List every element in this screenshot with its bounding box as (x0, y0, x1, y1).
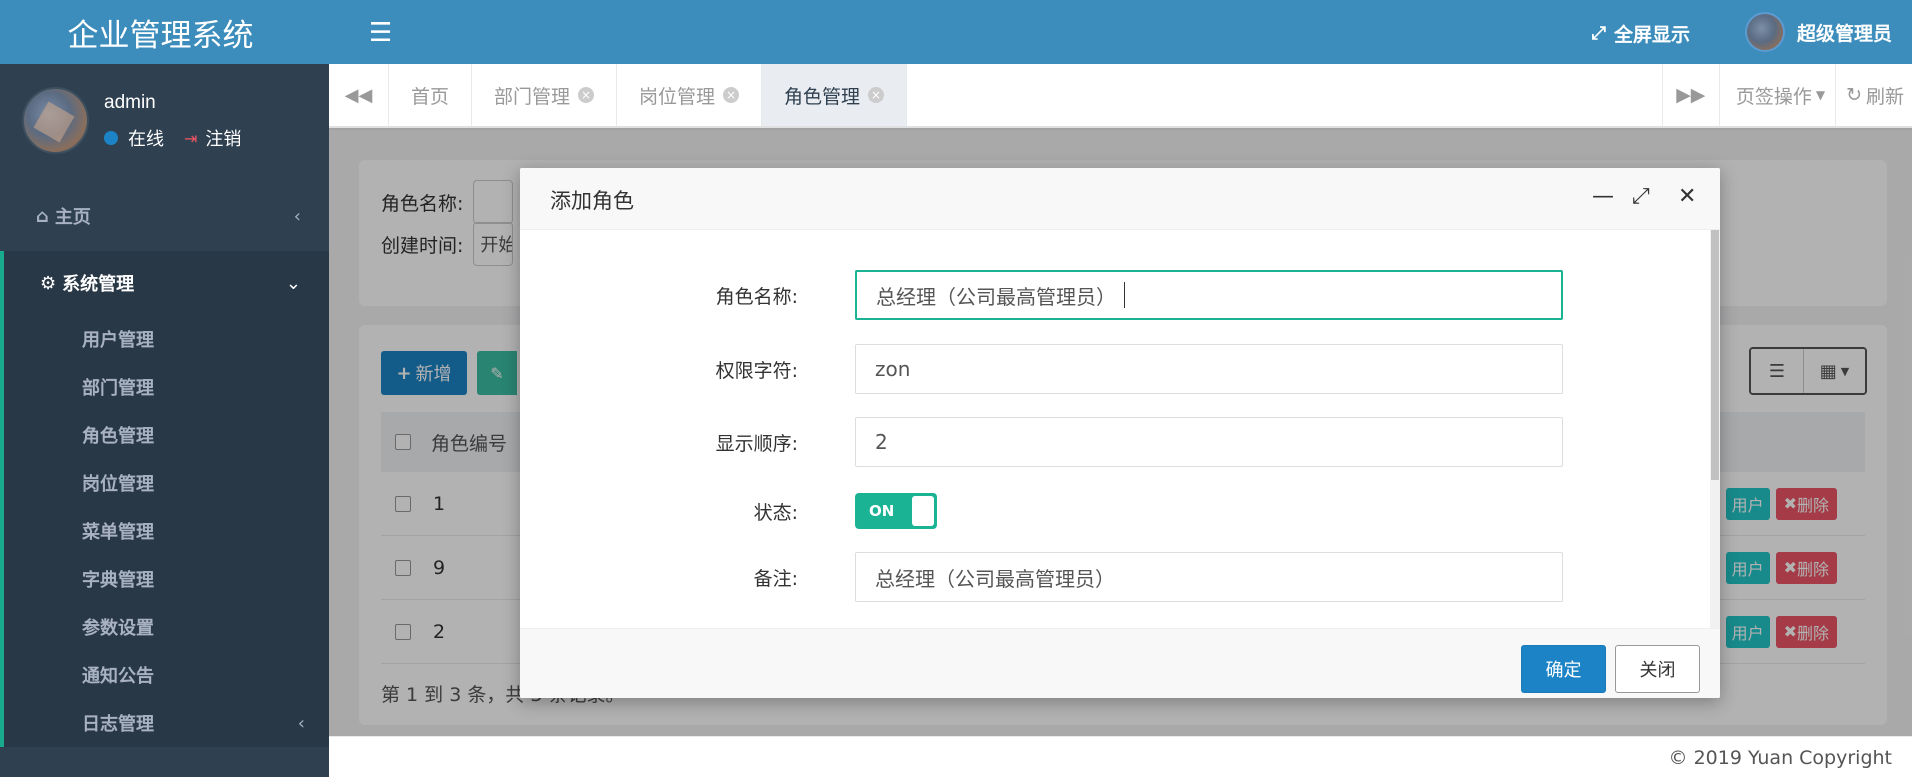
chevron-down-icon: ⌄ (285, 272, 301, 294)
double-chevron-left-icon: ◀◀ (344, 84, 373, 106)
tab-label: 部门管理 (494, 85, 571, 108)
refresh-button[interactable]: ↻ 刷新 (1836, 64, 1912, 126)
scrollbar-thumb[interactable] (1711, 230, 1719, 480)
sidebar-item-label: 系统管理 (62, 274, 135, 295)
chevron-left-icon: ‹ (293, 205, 301, 227)
field-label: 角色名称: (715, 285, 798, 308)
caret-down-icon: ▼ (1815, 88, 1826, 102)
field-label: 备注: (753, 567, 798, 590)
copyright: © 2019 Yuan Copyright (1668, 747, 1892, 769)
field-label: 权限字符: (715, 359, 798, 382)
user-name: admin (104, 92, 156, 113)
sidebar-item-params[interactable]: 参数设置 (4, 603, 329, 651)
tab-operations-dropdown[interactable]: 页签操作 ▼ (1720, 64, 1837, 126)
user-status: 在线 ⇥ 注销 (104, 125, 241, 151)
sidebar-menu: ⌂ 主页 ‹ ⚙ 系统管理 ⌄ 用户管理 部门管理 角色管理 岗位管理 菜单管理… (0, 190, 329, 747)
close-tab-icon[interactable]: × (868, 87, 885, 103)
maximize-icon[interactable]: ⤢ (1632, 184, 1650, 209)
close-button[interactable]: 关闭 (1615, 645, 1700, 693)
display-order-input[interactable]: 2 (855, 417, 1563, 467)
toggle-knob (912, 496, 934, 526)
online-status-icon (104, 131, 118, 145)
tab-posts[interactable]: 岗位管理 × (617, 64, 763, 126)
user-menu[interactable]: 超级管理员 (1744, 12, 1892, 52)
sidebar-item-menus[interactable]: 菜单管理 (4, 507, 329, 555)
tab-label: 岗位管理 (639, 85, 716, 108)
dialog-scrollbar[interactable] (1710, 230, 1720, 628)
tab-bar: ◀◀ 首页 部门管理 × 岗位管理 × 角色管理 × ▶▶ 页签操作 ▼ ↻ 刷… (329, 64, 1912, 128)
sidebar-item-logs[interactable]: 日志管理 ‹ (4, 699, 329, 747)
gear-icon: ⚙ (40, 272, 57, 294)
close-tab-icon[interactable]: × (578, 87, 595, 103)
tab-roles[interactable]: 角色管理 × (762, 64, 908, 126)
permission-key-input[interactable]: zon (855, 344, 1563, 394)
close-tab-icon[interactable]: × (723, 87, 740, 103)
logout-link[interactable]: 注销 (205, 125, 241, 151)
avatar (22, 87, 89, 154)
tab-list: 首页 部门管理 × 岗位管理 × 角色管理 × (389, 64, 1662, 126)
tab-home[interactable]: 首页 (389, 64, 473, 126)
expand-icon: ⤢ (1591, 23, 1606, 44)
sidebar: 企业管理系统 admin 在线 ⇥ 注销 ⌂ 主页 ‹ ⚙ 系统管理 ⌄ 用户管… (0, 0, 329, 777)
sidebar-item-label: 主页 (54, 207, 91, 228)
sidebar-item-roles[interactable]: 角色管理 (4, 411, 329, 459)
close-icon[interactable]: ✕ (1678, 184, 1696, 209)
form-row-order: 显示顺序: 2 (520, 417, 1700, 467)
form-row-perm-key: 权限字符: zon (520, 344, 1700, 394)
sidebar-item-notices[interactable]: 通知公告 (4, 651, 329, 699)
field-label: 状态: (753, 501, 798, 524)
system-submenu: 用户管理 部门管理 角色管理 岗位管理 菜单管理 字典管理 参数设置 通知公告 … (0, 315, 329, 747)
form-row-role-name: 角色名称: 总经理（公司最高管理员） (520, 270, 1700, 320)
sidebar-item-label: 日志管理 (82, 714, 154, 735)
dialog-title: 添加角色 (550, 189, 634, 213)
sidebar-item-departments[interactable]: 部门管理 (4, 363, 329, 411)
top-navbar: ☰ ⤢ 全屏显示 超级管理员 (329, 0, 1912, 64)
tab-scroll-left-button[interactable]: ◀◀ (329, 64, 389, 126)
text-cursor (1124, 282, 1125, 308)
tab-scroll-right-button[interactable]: ▶▶ (1661, 64, 1720, 126)
footer: © 2019 Yuan Copyright (329, 736, 1912, 777)
toggle-label: ON (869, 502, 895, 520)
input-value: 总经理（公司最高管理员） (876, 284, 1116, 309)
sidebar-item-posts[interactable]: 岗位管理 (4, 459, 329, 507)
dialog-header: 添加角色 — ⤢ ✕ (520, 168, 1720, 230)
tab-tools: ▶▶ 页签操作 ▼ ↻ 刷新 (1661, 64, 1912, 126)
brand-title: 企业管理系统 (0, 0, 329, 64)
home-icon: ⌂ (36, 205, 49, 227)
sidebar-item-system[interactable]: ⚙ 系统管理 ⌄ (0, 251, 329, 315)
field-label: 显示顺序: (715, 432, 798, 455)
double-chevron-right-icon: ▶▶ (1676, 84, 1706, 106)
minimize-icon[interactable]: — (1592, 184, 1614, 209)
tab-operations-label: 页签操作 (1735, 85, 1812, 108)
form-row-status: 状态: ON (520, 486, 1700, 536)
sidebar-item-home[interactable]: ⌂ 主页 ‹ (0, 190, 329, 242)
dialog-footer: 确定 关闭 (520, 628, 1720, 698)
user-role-label: 超级管理员 (1796, 22, 1892, 45)
confirm-button[interactable]: 确定 (1521, 645, 1606, 693)
menu-toggle-icon[interactable]: ☰ (369, 18, 392, 48)
user-panel (0, 64, 329, 184)
refresh-icon: ↻ (1846, 84, 1862, 106)
tab-label: 角色管理 (784, 85, 861, 108)
fullscreen-label: 全屏显示 (1613, 24, 1690, 46)
tab-label: 首页 (411, 85, 450, 108)
chevron-left-icon: ‹ (297, 712, 305, 734)
online-status-label: 在线 (128, 129, 164, 150)
refresh-label: 刷新 (1865, 85, 1904, 108)
user-avatar (1744, 12, 1785, 52)
tab-departments[interactable]: 部门管理 × (472, 64, 618, 126)
sidebar-item-users[interactable]: 用户管理 (4, 315, 329, 363)
sidebar-item-dictionary[interactable]: 字典管理 (4, 555, 329, 603)
add-role-dialog: 添加角色 — ⤢ ✕ 角色名称: 总经理（公司最高管理员） 权限字符: zon … (520, 168, 1720, 698)
form-row-remark: 备注: 总经理（公司最高管理员） (520, 552, 1700, 602)
fullscreen-button[interactable]: ⤢ 全屏显示 (1592, 20, 1690, 47)
logout-icon[interactable]: ⇥ (184, 129, 197, 148)
dialog-body: 角色名称: 总经理（公司最高管理员） 权限字符: zon 显示顺序: 2 状态:… (520, 230, 1720, 628)
remark-textarea[interactable]: 总经理（公司最高管理员） (855, 552, 1563, 602)
role-name-input[interactable]: 总经理（公司最高管理员） (855, 270, 1563, 320)
status-toggle[interactable]: ON (855, 493, 937, 529)
